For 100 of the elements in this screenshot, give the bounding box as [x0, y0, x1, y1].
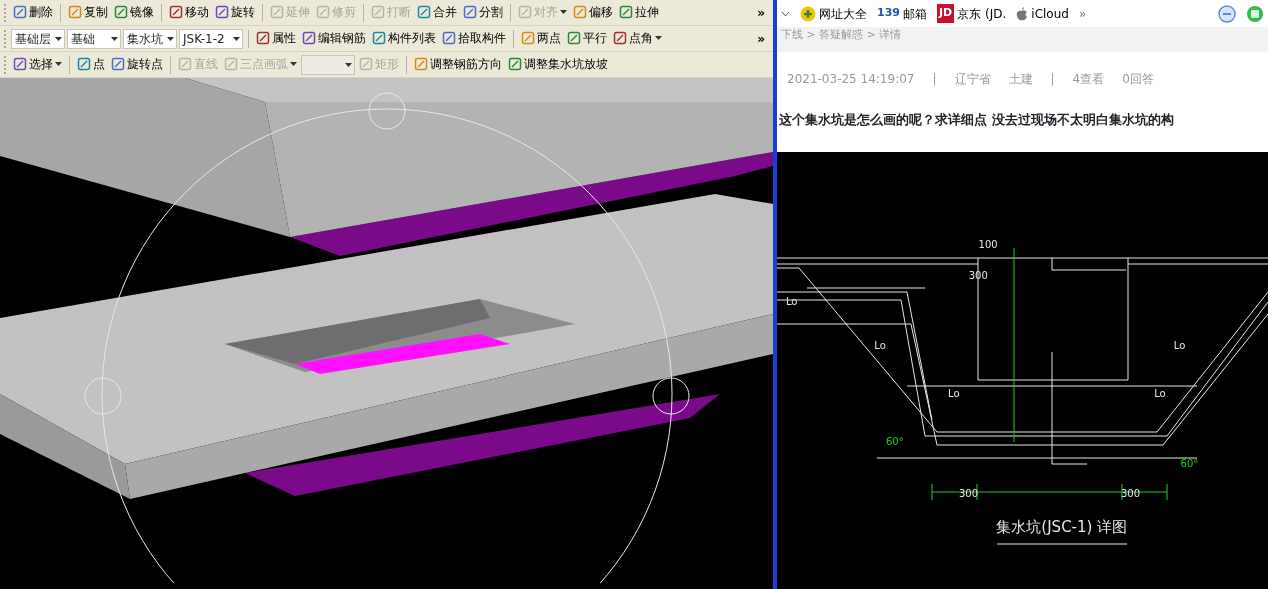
toolbar-button[interactable]: 调整钢筋方向 — [412, 56, 504, 73]
tool-icon — [77, 57, 91, 72]
toolbar-button[interactable]: 偏移 — [571, 4, 615, 21]
app-icon — [1246, 4, 1264, 23]
tool-icon — [414, 57, 428, 72]
angle-label: 60° — [1180, 457, 1199, 469]
apple-icon — [1016, 6, 1029, 21]
toolbar-button[interactable]: 调整集水坑放坡 — [506, 56, 610, 73]
caret-icon — [560, 10, 567, 15]
tool-icon — [573, 5, 587, 20]
tool-icon — [13, 5, 27, 20]
breadcrumb: 下线 > 答疑解惑 > 详情 — [781, 27, 902, 43]
toolbar-button[interactable]: 构件列表 — [370, 30, 438, 47]
tool-icon — [508, 57, 522, 72]
dropdown[interactable]: JSK-1-2 — [179, 28, 243, 49]
meta-text: 辽宁省 — [954, 71, 991, 88]
tool-icon — [371, 5, 385, 20]
overflow-button[interactable]: » — [753, 29, 769, 48]
tool-icon — [613, 31, 627, 46]
toolbar-button[interactable]: 点 — [75, 56, 107, 73]
tool-icon — [518, 5, 532, 20]
menu-button[interactable]: 点角 — [611, 30, 664, 47]
tool-icon — [442, 31, 456, 46]
tool-icon — [114, 5, 128, 20]
meta-text: | — [1050, 71, 1055, 88]
bookmark-link[interactable]: 139 邮箱 — [877, 4, 927, 23]
toolbar-grip[interactable] — [4, 3, 7, 22]
rotation-handle[interactable] — [84, 377, 122, 415]
tool-icon — [619, 5, 633, 20]
tool-icon — [302, 31, 316, 46]
caret-icon — [111, 36, 118, 41]
tool-icon — [359, 57, 373, 72]
dropdown[interactable]: 基础层 — [11, 28, 65, 49]
caret-icon — [655, 36, 662, 41]
question-title: 这个集水坑是怎么画的呢？求详细点 没去过现场不太明白集水坑的构 — [778, 111, 1175, 130]
meta-text: 4查看 — [1072, 71, 1105, 88]
tool-icon — [215, 5, 229, 20]
meta-text: 土建 — [1008, 71, 1033, 88]
dimension-label: 300 — [968, 269, 988, 281]
toolbar-button[interactable]: 旋转 — [213, 4, 257, 21]
toolbar-grip[interactable] — [4, 55, 7, 74]
dimension-label: Lo — [948, 387, 960, 399]
toolbar-button[interactable]: 分割 — [461, 4, 505, 21]
tool-icon — [256, 31, 270, 46]
tool-icon — [316, 5, 330, 20]
site-logo: JD — [936, 4, 955, 23]
tool-icon — [463, 5, 477, 20]
tool-icon — [68, 5, 82, 20]
globe-icon — [800, 5, 816, 22]
dimension-label: Lo — [1154, 387, 1166, 399]
more-bookmarks-button[interactable]: » — [1078, 4, 1087, 23]
tool-icon — [372, 31, 386, 46]
caret-icon — [167, 36, 174, 41]
bookmark-link[interactable]: 网址大全 — [800, 4, 867, 23]
toolbar-button[interactable]: 移动 — [167, 4, 211, 21]
caret-icon — [55, 36, 62, 41]
tool-icon — [169, 5, 183, 20]
rotation-handle[interactable] — [368, 92, 406, 130]
dropdown[interactable]: 基础 — [67, 28, 121, 49]
site-logo: 139 — [877, 5, 900, 22]
caret-icon — [55, 62, 62, 67]
dimension-label: Lo — [874, 339, 886, 351]
toolbar-button[interactable]: 拾取构件 — [440, 30, 508, 47]
meta-text: 0回答 — [1122, 71, 1154, 88]
bookmark-link[interactable]: iCloud — [1016, 4, 1069, 23]
overflow-button[interactable]: » — [753, 3, 769, 22]
toolbar-button[interactable]: 镜像 — [112, 4, 156, 21]
toolbar-button[interactable]: 属性 — [254, 30, 298, 47]
toolbar-button[interactable]: 删除 — [11, 4, 55, 21]
toolbar-button[interactable]: 合并 — [415, 4, 459, 21]
meta-text: 2021-03-25 14:19:07 — [787, 71, 915, 88]
menu-button[interactable]: 选择 — [11, 56, 64, 73]
toolbar-button[interactable]: 拉伸 — [617, 4, 661, 21]
toolbar-button[interactable]: 编辑钢筋 — [300, 30, 368, 47]
tool-icon — [521, 31, 535, 46]
toolbar-button[interactable]: 平行 — [565, 30, 609, 47]
drawing-title: 集水坑(JSC-1) 详图 — [996, 518, 1128, 537]
tool-icon — [270, 5, 284, 20]
meta-text: | — [932, 71, 937, 88]
caret-icon — [233, 36, 240, 41]
bookmark-link[interactable]: JD 京东 (JD. — [936, 4, 1007, 23]
toolbar-button[interactable]: 复制 — [66, 4, 110, 21]
dropdown[interactable]: 集水坑 — [123, 28, 177, 49]
toolbar-button[interactable]: 旋转点 — [109, 56, 165, 73]
tool-icon — [111, 57, 125, 72]
caret-icon — [290, 62, 297, 67]
dimension-label: 300 — [958, 488, 979, 500]
toolbar-button[interactable]: 两点 — [519, 30, 563, 47]
tool-icon — [13, 57, 27, 72]
dimension-label: 100 — [978, 239, 998, 251]
angle-label: 60° — [885, 435, 904, 447]
tool-icon — [417, 5, 431, 20]
caret-icon — [345, 62, 352, 67]
dimension-label: Lo — [785, 295, 798, 307]
minus-circle-icon — [1218, 4, 1236, 23]
tool-icon — [224, 57, 238, 72]
dimension-label: 300 — [1120, 488, 1141, 500]
rotation-handle[interactable] — [652, 377, 690, 415]
dimension-label: Lo — [1173, 339, 1186, 351]
toolbar-grip[interactable] — [4, 29, 7, 48]
